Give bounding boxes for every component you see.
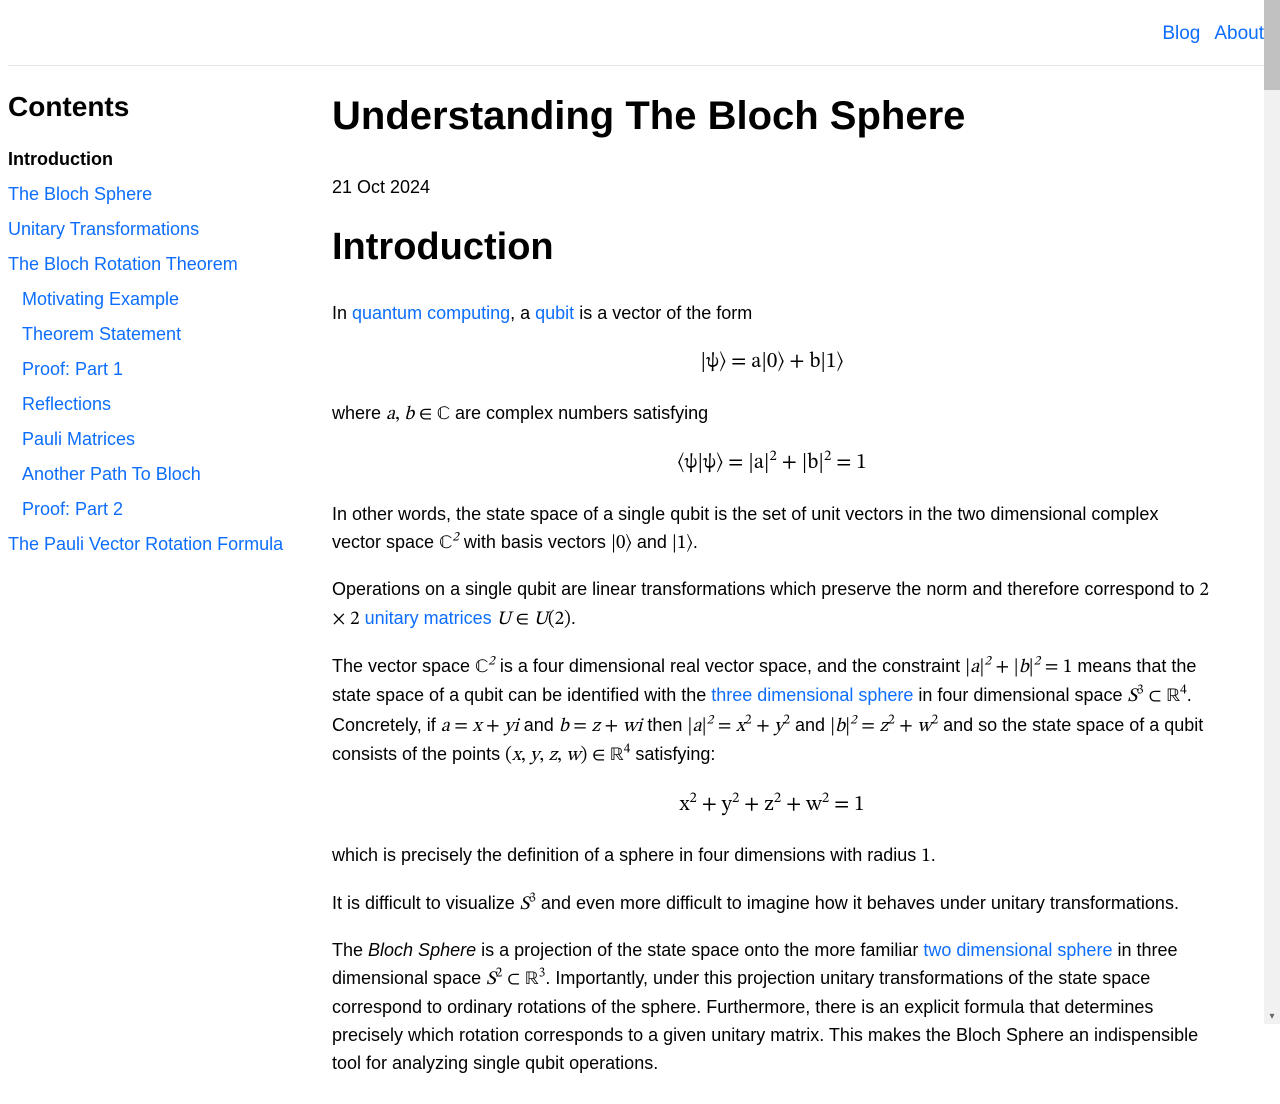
toc-item-bloch-sphere[interactable]: The Bloch Sphere: [8, 184, 152, 204]
paragraph-3: In other words, the state space of a sin…: [332, 501, 1212, 558]
sidebar: Contents Introduction The Bloch Sphere U…: [8, 86, 308, 1097]
top-nav: Blog About: [8, 8, 1272, 66]
paragraph-2: where a, b ∈ ℂ are complex numbers satis…: [332, 400, 1212, 429]
scrollbar-arrow-down-icon[interactable]: ▾: [1264, 1008, 1280, 1024]
paragraph-7: It is difficult to visualize S3 and even…: [332, 890, 1212, 919]
toc-item-unitary-transformations[interactable]: Unitary Transformations: [8, 219, 199, 239]
toc-subitem-pauli-matrices[interactable]: Pauli Matrices: [22, 429, 135, 449]
nav-link-blog[interactable]: Blog: [1162, 20, 1200, 49]
equation-sphere4d: x2 + y2 + z2 + w2 = 1: [332, 789, 1212, 821]
toc-list: Introduction The Bloch Sphere Unitary Tr…: [8, 146, 308, 558]
toc-heading: Contents: [8, 86, 308, 128]
paragraph-1: In quantum computing, a qubit is a vecto…: [332, 300, 1212, 328]
toc-subitem-another-path[interactable]: Another Path To Bloch: [22, 464, 201, 484]
toc-subitem-proof-part-1[interactable]: Proof: Part 1: [22, 359, 123, 379]
paragraph-5: The vector space ℂ2 is a four dimensiona…: [332, 653, 1212, 771]
paragraph-6: which is precisely the definition of a s…: [332, 842, 1212, 871]
toc-subitem-theorem-statement[interactable]: Theorem Statement: [22, 324, 181, 344]
section-heading-introduction: Introduction: [332, 219, 1212, 276]
scrollbar-vertical[interactable]: ▾: [1264, 0, 1280, 1024]
article-date: 21 Oct 2024: [332, 174, 1212, 202]
link-three-dimensional-sphere[interactable]: three dimensional sphere: [711, 685, 913, 705]
term-bloch-sphere: Bloch Sphere: [368, 940, 476, 960]
toc-subitem-reflections[interactable]: Reflections: [22, 394, 111, 414]
toc-subitem-motivating-example[interactable]: Motivating Example: [22, 289, 179, 309]
paragraph-4: Operations on a single qubit are linear …: [332, 576, 1212, 635]
article-main: Understanding The Bloch Sphere 21 Oct 20…: [332, 86, 1232, 1097]
equation-psi: |ψ⟩ = a|0⟩ + b|1⟩: [332, 346, 1212, 378]
link-quantum-computing[interactable]: quantum computing: [352, 303, 510, 323]
equation-norm: ⟨ψ|ψ⟩ = |a|2 + |b|2 = 1: [332, 447, 1212, 479]
toc-item-bloch-rotation-theorem[interactable]: The Bloch Rotation Theorem: [8, 254, 238, 274]
link-two-dimensional-sphere[interactable]: two dimensional sphere: [923, 940, 1112, 960]
scrollbar-thumb[interactable]: [1264, 0, 1280, 90]
paragraph-8: The Bloch Sphere is a projection of the …: [332, 937, 1212, 1078]
toc-item-introduction[interactable]: Introduction: [8, 149, 113, 169]
page-title: Understanding The Bloch Sphere: [332, 86, 1212, 146]
toc-subitem-proof-part-2[interactable]: Proof: Part 2: [22, 499, 123, 519]
link-unitary-matrices[interactable]: unitary matrices: [365, 608, 492, 628]
link-qubit[interactable]: qubit: [535, 303, 574, 323]
nav-link-about[interactable]: About: [1214, 20, 1264, 49]
toc-item-pauli-vector-rotation[interactable]: The Pauli Vector Rotation Formula: [8, 534, 283, 554]
